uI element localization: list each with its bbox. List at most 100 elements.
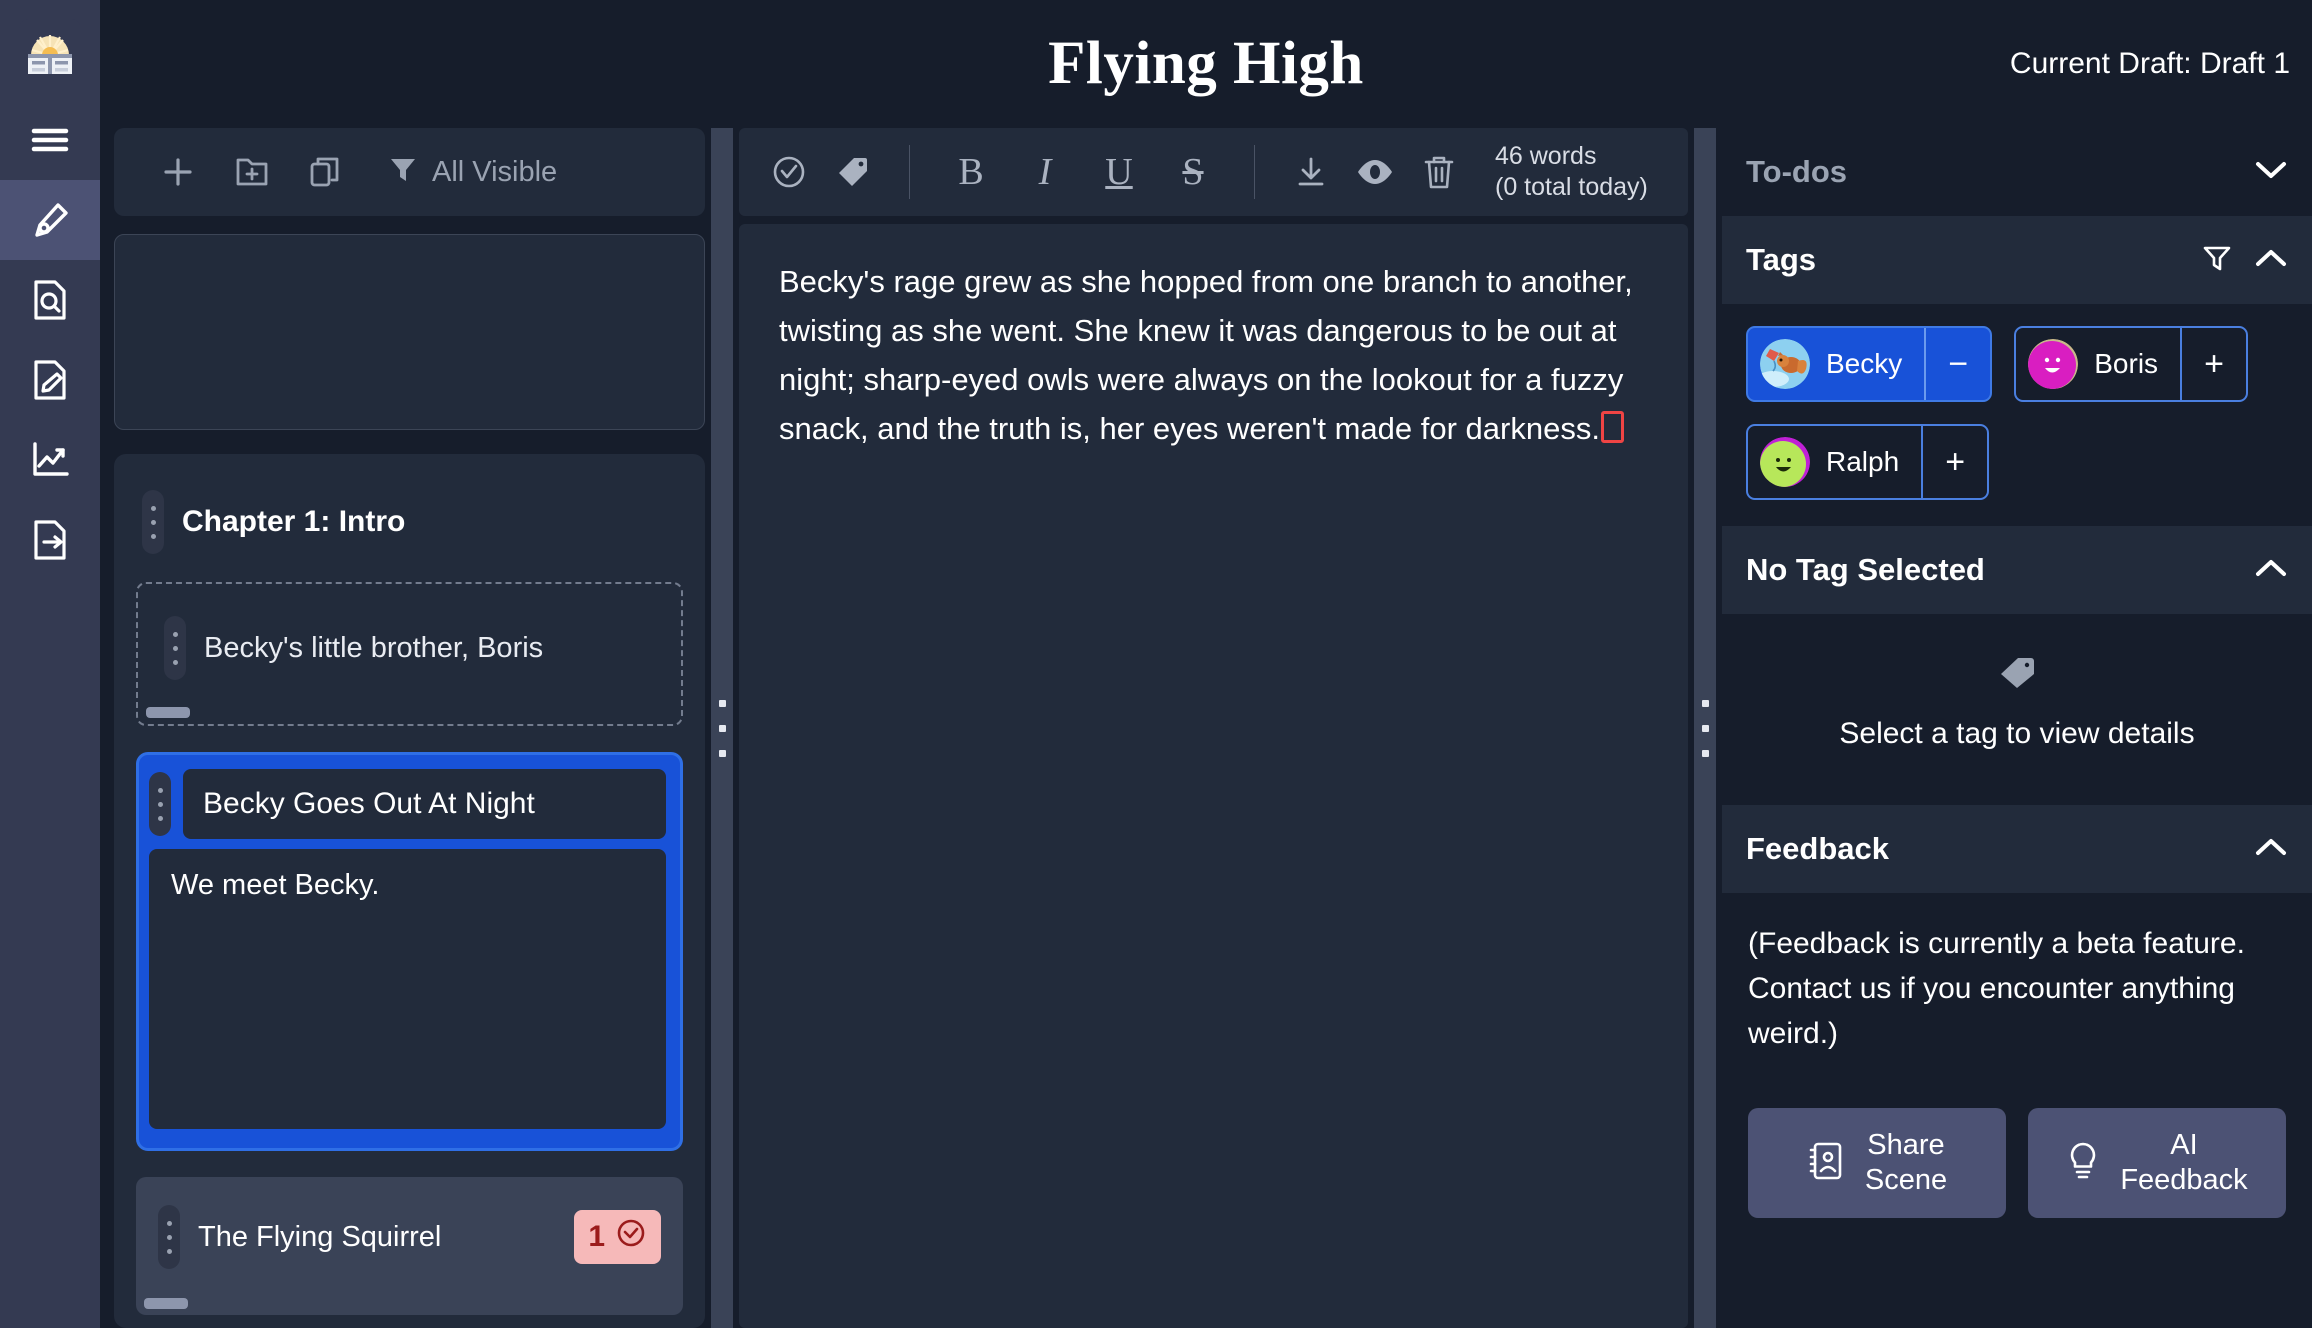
ai-feedback-line2: Feedback — [2120, 1164, 2248, 1196]
chapter-row[interactable]: Chapter 1: Intro — [114, 454, 705, 582]
tag-label: Becky — [1826, 348, 1903, 379]
chevron-down-icon[interactable] — [2254, 159, 2288, 186]
check-circle-icon — [615, 1217, 647, 1257]
tag-add-button[interactable]: + — [1921, 426, 1987, 498]
page-title: Flying High — [1048, 30, 1364, 97]
todo-count: 1 — [588, 1220, 605, 1253]
share-scene-line2: Scene — [1864, 1164, 1948, 1196]
tag-details-empty: Select a tag to view details — [1722, 614, 2312, 805]
drag-handle-icon — [718, 699, 726, 757]
copy-icon[interactable] — [308, 155, 342, 189]
chapter-title: Chapter 1: Intro — [182, 505, 406, 538]
scene-dropzone[interactable] — [114, 234, 705, 430]
editor-canvas[interactable]: Becky's rage grew as she hopped from one… — [739, 224, 1688, 1328]
folder-plus-icon[interactable] — [234, 155, 270, 189]
current-draft-label[interactable]: Current Draft: Draft 1 — [2010, 47, 2290, 81]
check-circle-icon[interactable] — [757, 140, 821, 204]
status-badge[interactable]: 1 — [574, 1210, 661, 1264]
drag-handle-icon[interactable] — [142, 490, 164, 554]
word-count-today: (0 total today) — [1495, 173, 1648, 201]
right-sidebar: To-dos Tags Becky − Boris + Ralph + No T… — [1722, 128, 2312, 1328]
scene-progress-bar — [144, 1298, 188, 1309]
scene-list-panel: All Visible Chapter 1: Intro Becky's lit… — [100, 128, 705, 1328]
drag-handle-icon[interactable] — [158, 1205, 180, 1269]
download-icon[interactable] — [1279, 140, 1343, 204]
eye-icon[interactable] — [1343, 140, 1407, 204]
icon-rail — [0, 0, 100, 1328]
word-count-main: 46 words — [1495, 141, 1597, 170]
share-scene-label: Share Scene — [1865, 1128, 1947, 1198]
scene-filter-label: All Visible — [432, 155, 558, 188]
feedback-section-header[interactable]: Feedback — [1722, 805, 2312, 893]
chevron-up-icon[interactable] — [2254, 247, 2288, 274]
contact-card-icon — [1807, 1140, 1845, 1187]
list-item[interactable]: Becky's little brother, Boris — [136, 582, 683, 726]
scene-card-selected[interactable] — [136, 752, 683, 1151]
toolbar-divider — [909, 145, 910, 199]
filter-icon[interactable] — [2202, 243, 2232, 278]
sidebar-item-write[interactable] — [0, 180, 100, 260]
strikethrough-button[interactable]: S — [1156, 150, 1230, 194]
text-cursor — [1600, 410, 1624, 443]
top-header: Flying High Current Draft: Draft 1 — [100, 0, 2312, 128]
tag-icon — [1722, 656, 2312, 695]
sunrise-window-logo — [19, 19, 81, 81]
sidebar-item-menu[interactable] — [0, 100, 100, 180]
italic-button[interactable]: I — [1008, 150, 1082, 194]
sidebar-item-research[interactable] — [0, 260, 100, 340]
share-scene-line1: Share — [1867, 1129, 1945, 1162]
hamburger-menu-icon — [30, 125, 70, 155]
scene-list: Chapter 1: Intro Becky's little brother,… — [114, 454, 705, 1328]
chevron-up-icon[interactable] — [2254, 836, 2288, 863]
sidebar-item-statistics[interactable] — [0, 420, 100, 500]
document-search-icon — [31, 278, 69, 322]
share-scene-button[interactable]: Share Scene — [1748, 1108, 2006, 1218]
editor-toolbar: B I U S 46 words (0 total today) — [739, 128, 1688, 216]
document-export-icon — [31, 518, 69, 562]
tag-details-empty-message: Select a tag to view details — [1839, 717, 2195, 750]
tag-icon[interactable] — [821, 140, 885, 204]
tag-chip-becky[interactable]: Becky − — [1746, 326, 1993, 402]
feedback-body: (Feedback is currently a beta feature. C… — [1722, 893, 2312, 1056]
scene-editor-splitter[interactable] — [711, 128, 733, 1328]
app-root: Flying High Current Draft: Draft 1 All V… — [0, 0, 2312, 1328]
scene-filter[interactable]: All Visible — [388, 155, 557, 190]
editor-panel: B I U S 46 words (0 total today) Becky's… — [739, 128, 1688, 1328]
editor-paragraph[interactable]: Becky's rage grew as she hopped from one… — [779, 258, 1648, 454]
tag-details-header[interactable]: No Tag Selected — [1722, 526, 2312, 614]
tag-remove-button[interactable]: − — [1924, 328, 1990, 400]
pen-nib-icon — [29, 199, 71, 241]
scene-summary-input[interactable] — [149, 849, 666, 1129]
chevron-up-icon[interactable] — [2254, 557, 2288, 584]
todos-title: To-dos — [1746, 154, 1848, 189]
todos-section-header[interactable]: To-dos — [1722, 128, 2312, 216]
bold-button[interactable]: B — [934, 150, 1008, 194]
plus-icon[interactable] — [160, 154, 196, 190]
drag-handle-icon — [1701, 699, 1709, 757]
underline-button[interactable]: U — [1082, 150, 1156, 194]
green-smiley-avatar — [1760, 437, 1810, 487]
feedback-title: Feedback — [1746, 831, 1890, 866]
tags-section-header[interactable]: Tags — [1722, 216, 2312, 304]
sidebar-item-notes[interactable] — [0, 340, 100, 420]
app-logo[interactable] — [0, 0, 100, 100]
lightbulb-icon — [2066, 1140, 2100, 1187]
editor-sidebar-splitter[interactable] — [1694, 128, 1716, 1328]
squirrel-kite-avatar — [1760, 339, 1810, 389]
tag-chip-boris[interactable]: Boris + — [2014, 326, 2249, 402]
scene-progress-bar — [146, 707, 190, 718]
scene-card[interactable]: The Flying Squirrel 1 — [136, 1177, 683, 1315]
sidebar-item-export[interactable] — [0, 500, 100, 580]
scene-title-input[interactable] — [183, 769, 666, 839]
drag-handle-icon[interactable] — [149, 772, 171, 836]
drag-handle-icon[interactable] — [164, 616, 186, 680]
ai-feedback-line1: AI — [2170, 1129, 2198, 1162]
workspace: All Visible Chapter 1: Intro Becky's lit… — [100, 128, 2312, 1328]
tag-add-button[interactable]: + — [2180, 328, 2246, 400]
scene-card-ghost[interactable]: Becky's little brother, Boris — [136, 582, 683, 726]
ai-feedback-button[interactable]: AI Feedback — [2028, 1108, 2286, 1218]
tag-chip-ralph[interactable]: Ralph + — [1746, 424, 1990, 500]
trash-icon[interactable] — [1407, 140, 1471, 204]
scene-toolbar: All Visible — [114, 128, 705, 216]
tags-title: Tags — [1746, 242, 1817, 277]
